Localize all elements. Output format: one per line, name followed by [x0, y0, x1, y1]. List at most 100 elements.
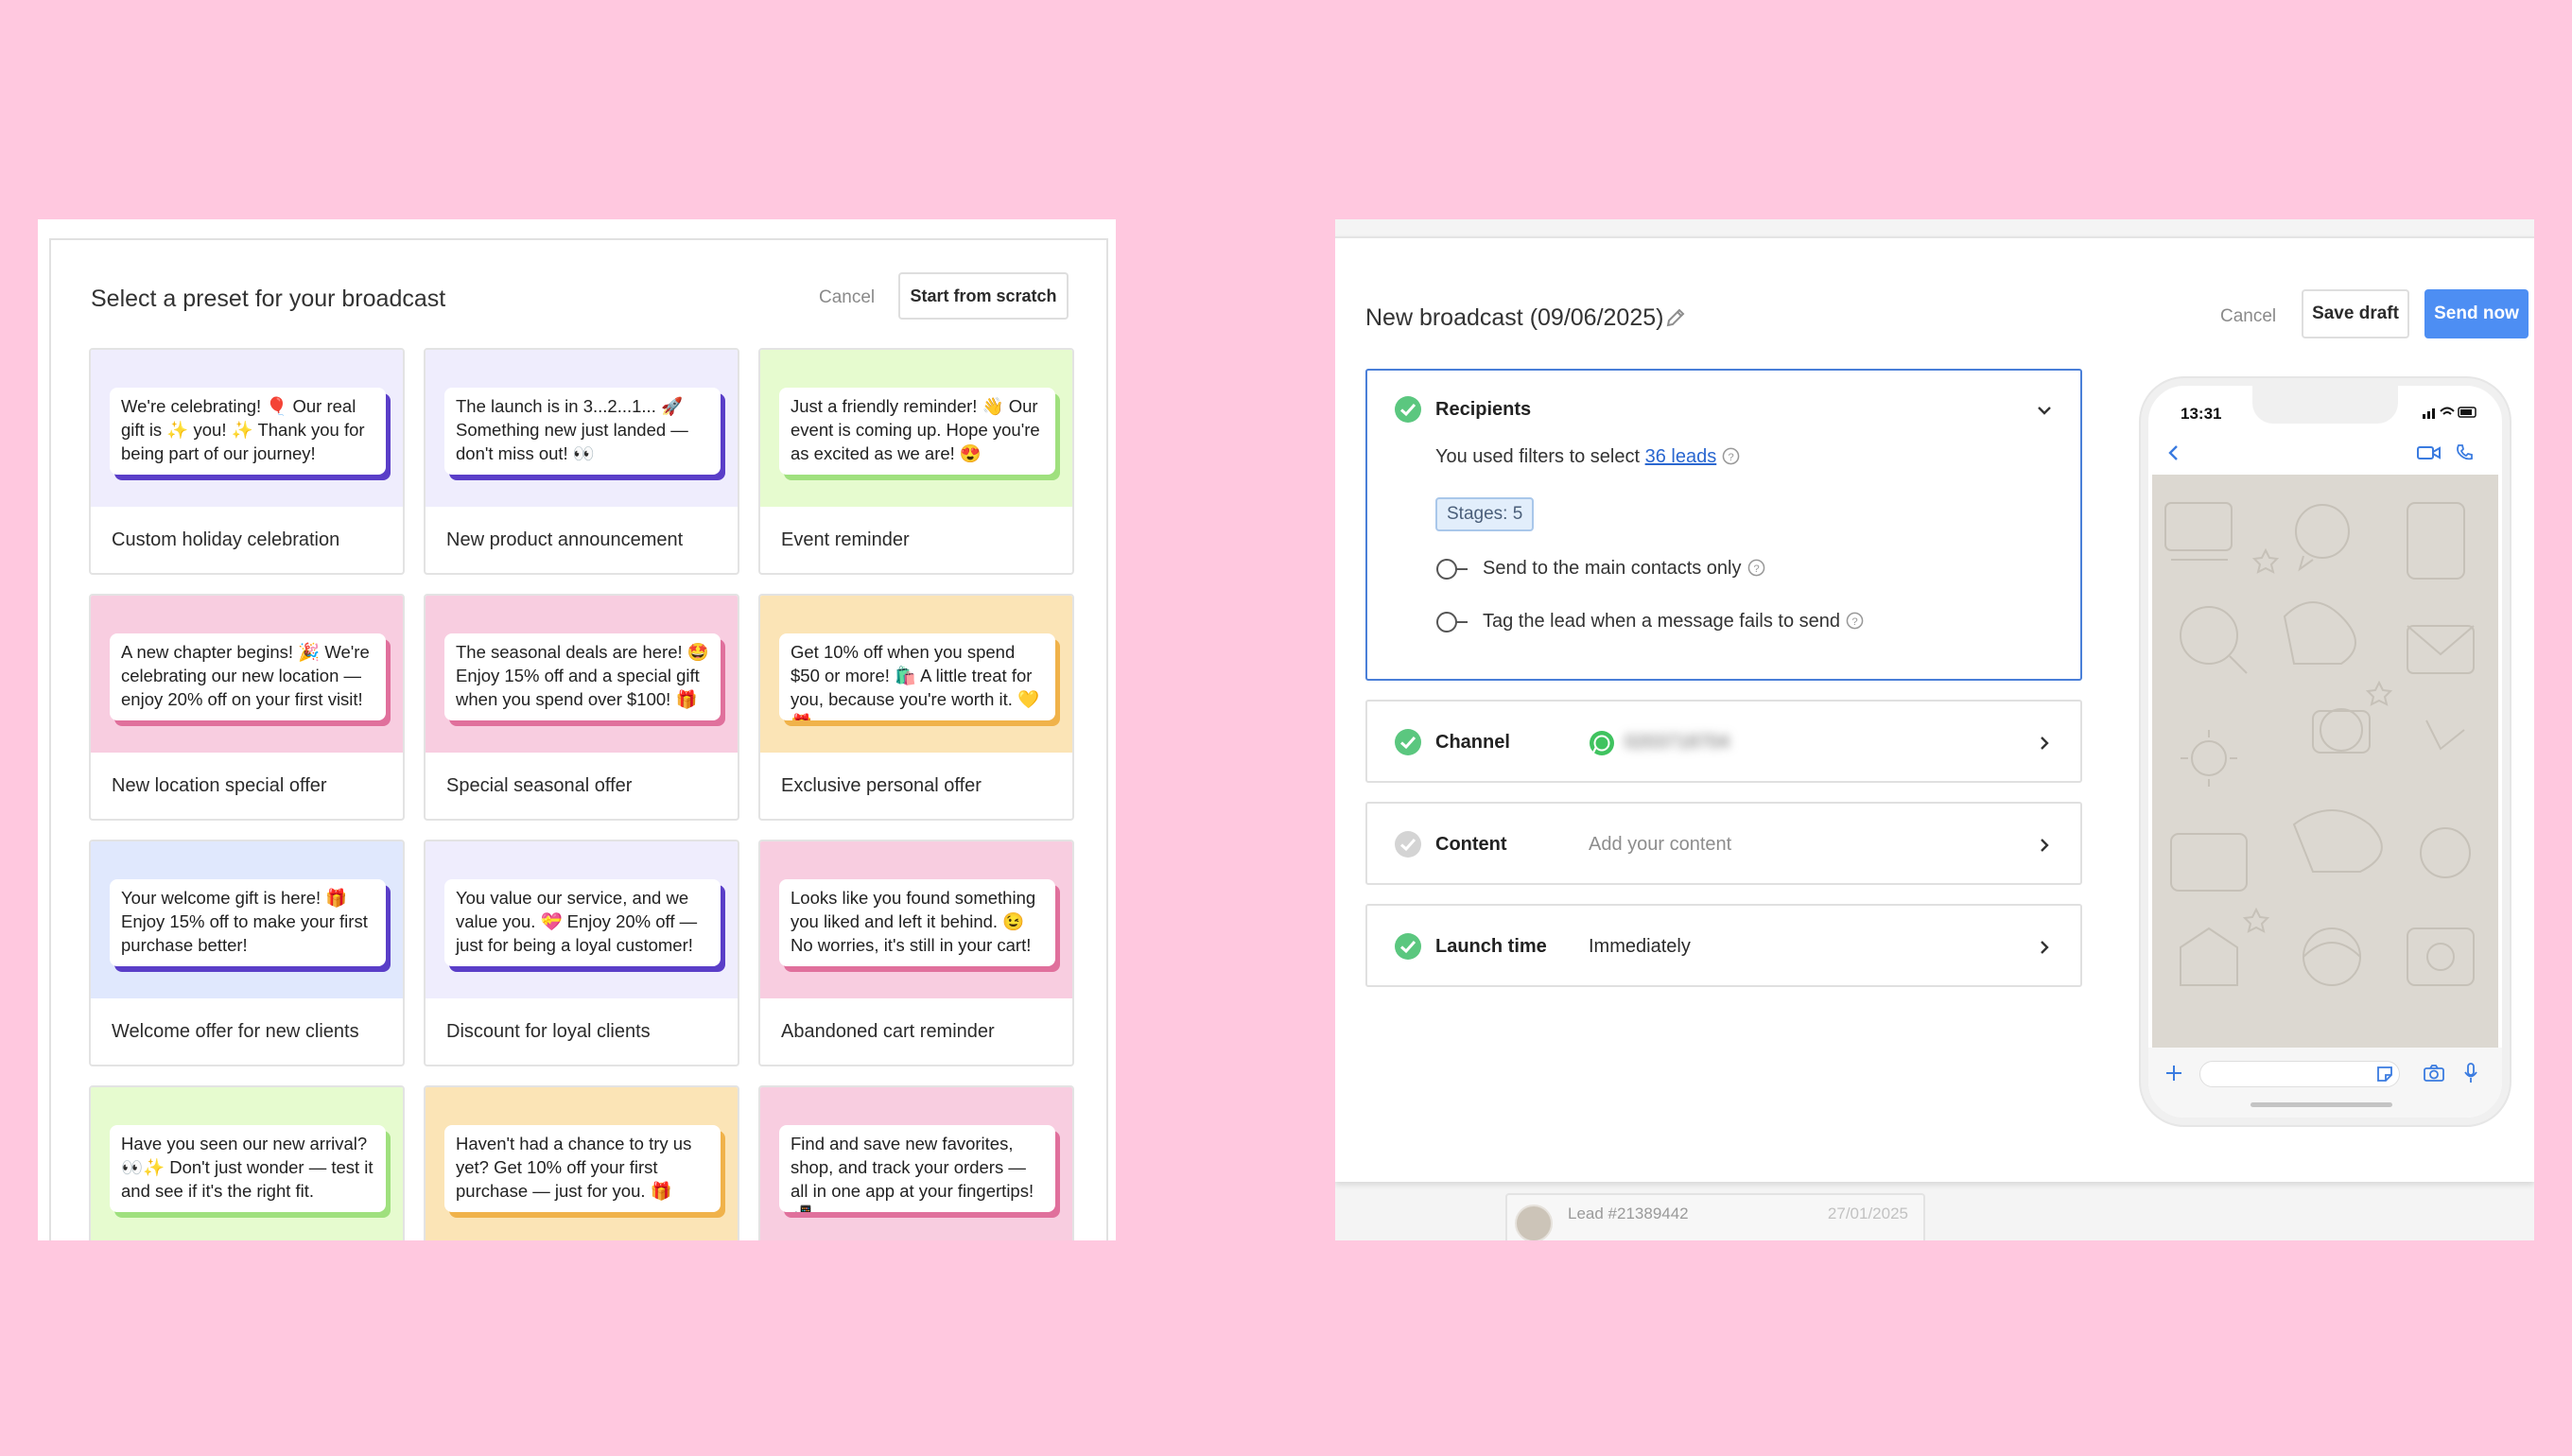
tag-failed-option: Tag the lead when a message fails to sen…: [1483, 611, 1864, 633]
message-bubble: We're celebrating! 🎈 Our real gift is ✨ …: [110, 388, 386, 475]
leads-link[interactable]: 36 leads: [1645, 446, 1717, 467]
help-icon[interactable]: ?: [1747, 559, 1765, 577]
send-now-button[interactable]: Send now: [2424, 289, 2529, 338]
preset-name: New product announcement: [446, 529, 684, 550]
video-icon[interactable]: [2417, 444, 2442, 461]
toggle-off-icon[interactable]: [1435, 611, 1469, 633]
page-title: New broadcast (09/06/2025): [1365, 304, 1664, 331]
home-indicator: [2250, 1102, 2392, 1107]
channel-section[interactable]: Channel 0203718704: [1365, 700, 2082, 783]
avatar: [1515, 1205, 1553, 1240]
preset-name: Special seasonal offer: [446, 775, 633, 796]
preset-selection-screenshot: Select a preset for your broadcast Cance…: [38, 219, 1116, 1240]
phone-time: 13:31: [2181, 405, 2222, 423]
broadcast-editor-screenshot: Lead #21389442 27/01/2025 New broadcast …: [1335, 219, 2534, 1240]
preset-modal: Select a preset for your broadcast Cance…: [49, 238, 1108, 1240]
toggle-off-icon[interactable]: [1435, 558, 1469, 581]
preset-card[interactable]: The seasonal deals are here! 🤩 Enjoy 15%…: [424, 594, 739, 821]
preset-card[interactable]: Looks like you found something you liked…: [758, 840, 1074, 1066]
chevron-down-icon[interactable]: [2035, 401, 2054, 420]
preset-name: Event reminder: [781, 529, 910, 550]
mic-icon[interactable]: [2462, 1062, 2479, 1084]
preset-name: Abandoned cart reminder: [781, 1021, 995, 1042]
main-contacts-option: Send to the main contacts only?: [1483, 558, 1765, 580]
broadcast-editor: New broadcast (09/06/2025) Cancel Save d…: [1335, 236, 2534, 1182]
message-bubble: You value our service, and we value you.…: [444, 879, 721, 966]
preset-preview: Find and save new favorites, shop, and t…: [760, 1087, 1072, 1240]
launch-time-section[interactable]: Launch time Immediately: [1365, 904, 2082, 987]
chat-header: [2148, 431, 2502, 475]
preset-card[interactable]: Haven't had a chance to try us yet? Get …: [424, 1085, 739, 1240]
preset-preview: Looks like you found something you liked…: [760, 841, 1072, 998]
chevron-right-icon[interactable]: [2035, 938, 2054, 957]
message-bubble: Have you seen our new arrival? 👀✨ Don't …: [110, 1125, 386, 1212]
preset-card[interactable]: We're celebrating! 🎈 Our real gift is ✨ …: [89, 348, 405, 575]
preset-preview: Get 10% off when you spend $50 or more! …: [760, 596, 1072, 753]
message-bubble: A new chapter begins! 🎉 We're celebratin…: [110, 633, 386, 720]
chat-wallpaper: [2152, 475, 2498, 1048]
sticker-icon[interactable]: [2375, 1065, 2394, 1083]
status-icons: [2423, 407, 2476, 419]
preset-card[interactable]: Find and save new favorites, shop, and t…: [758, 1085, 1074, 1240]
start-from-scratch-button[interactable]: Start from scratch: [898, 272, 1069, 320]
preset-preview: Your welcome gift is here! 🎁 Enjoy 15% o…: [91, 841, 403, 998]
preset-card[interactable]: You value our service, and we value you.…: [424, 840, 739, 1066]
preset-card[interactable]: Get 10% off when you spend $50 or more! …: [758, 594, 1074, 821]
whatsapp-icon: [1590, 731, 1614, 755]
message-bubble: Haven't had a chance to try us yet? Get …: [444, 1125, 721, 1212]
save-draft-button[interactable]: Save draft: [2302, 289, 2409, 338]
message-bubble: Looks like you found something you liked…: [779, 879, 1055, 966]
preset-name: Discount for loyal clients: [446, 1021, 651, 1042]
preset-name: Welcome offer for new clients: [112, 1021, 359, 1042]
preset-card[interactable]: The launch is in 3...2...1... 🚀 Somethin…: [424, 348, 739, 575]
svg-text:?: ?: [1753, 563, 1759, 575]
message-input[interactable]: [2199, 1061, 2400, 1087]
back-arrow-icon[interactable]: [2165, 444, 2182, 461]
check-circle-icon: [1395, 831, 1421, 858]
preset-card[interactable]: Your welcome gift is here! 🎁 Enjoy 15% o…: [89, 840, 405, 1066]
phone-notch: [2252, 386, 2398, 424]
plus-icon[interactable]: [2164, 1063, 2184, 1083]
camera-icon[interactable]: [2423, 1064, 2445, 1083]
preset-card[interactable]: Have you seen our new arrival? 👀✨ Don't …: [89, 1085, 405, 1240]
preset-preview: Have you seen our new arrival? 👀✨ Don't …: [91, 1087, 403, 1240]
check-circle-icon: [1395, 729, 1421, 755]
svg-text:?: ?: [1729, 452, 1734, 463]
stage-filter-tag[interactable]: Stages: 5: [1435, 497, 1535, 531]
preset-preview: Haven't had a chance to try us yet? Get …: [426, 1087, 738, 1240]
preset-grid: We're celebrating! 🎈 Our real gift is ✨ …: [89, 348, 1074, 1240]
preset-preview: Just a friendly reminder! 👋 Our event is…: [760, 350, 1072, 507]
cancel-button[interactable]: Cancel: [819, 287, 875, 308]
check-circle-icon: [1395, 933, 1421, 960]
message-bubble: Get 10% off when you spend $50 or more! …: [779, 633, 1055, 720]
cancel-button[interactable]: Cancel: [2220, 306, 2276, 327]
help-icon[interactable]: ?: [1722, 447, 1740, 465]
channel-number: 0203718704: [1625, 732, 1730, 753]
channel-title: Channel: [1435, 732, 1510, 753]
chat-input-bar: [2148, 1048, 2502, 1118]
preset-name: Custom holiday celebration: [112, 529, 340, 550]
phone-icon[interactable]: [2455, 443, 2474, 462]
help-icon[interactable]: ?: [1846, 612, 1864, 630]
content-section[interactable]: Content Add your content: [1365, 802, 2082, 885]
chevron-right-icon[interactable]: [2035, 836, 2054, 855]
message-bubble: Just a friendly reminder! 👋 Our event is…: [779, 388, 1055, 475]
filter-text: You used filters to select: [1435, 446, 1645, 467]
pencil-icon[interactable]: [1664, 306, 1687, 329]
wallpaper-doodles: [2164, 502, 2475, 986]
background-lead-row: Lead #21389442 27/01/2025: [1505, 1193, 1925, 1240]
option-label: Tag the lead when a message fails to sen…: [1483, 611, 1841, 632]
recipients-summary: You used filters to select 36 leads?: [1435, 446, 1740, 468]
preset-preview: The launch is in 3...2...1... 🚀 Somethin…: [426, 350, 738, 507]
preset-preview: A new chapter begins! 🎉 We're celebratin…: [91, 596, 403, 753]
recipients-title: Recipients: [1435, 399, 1532, 420]
preset-card[interactable]: A new chapter begins! 🎉 We're celebratin…: [89, 594, 405, 821]
launch-time-value: Immediately: [1589, 936, 1691, 957]
lead-date: 27/01/2025: [1827, 1205, 1908, 1222]
preset-name: New location special offer: [112, 775, 327, 796]
option-label: Send to the main contacts only: [1483, 558, 1742, 579]
preset-card[interactable]: Just a friendly reminder! 👋 Our event is…: [758, 348, 1074, 575]
content-title: Content: [1435, 834, 1507, 855]
recipients-section[interactable]: Recipients You used filters to select 36…: [1365, 369, 2082, 681]
chevron-right-icon[interactable]: [2035, 734, 2054, 753]
